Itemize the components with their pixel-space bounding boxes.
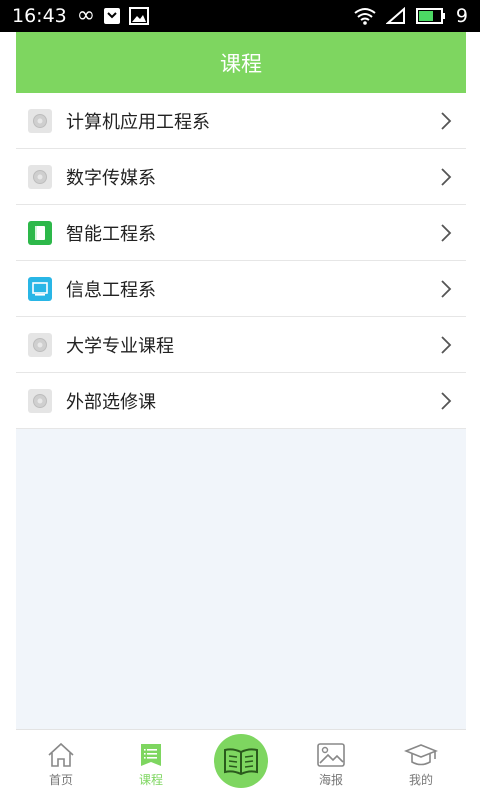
placeholder-image-icon (28, 332, 52, 357)
list-item-label: 计算机应用工程系 (66, 111, 210, 133)
list-item-label: 外部选修课 (66, 391, 156, 413)
tab-home-label: 首页 (48, 773, 73, 787)
department-list: 计算机应用工程系 数字传媒系 智能工程系 信息工程系 大学专业课程 外部选修课 (16, 93, 466, 429)
page-header: 课程 (16, 32, 466, 93)
open-book-icon (224, 748, 258, 776)
book-green-icon (28, 220, 52, 245)
infinity-icon: ∞ (76, 3, 96, 28)
bottom-tab-bar: 首页 课程 海报 我的 (16, 729, 466, 800)
poster-image-icon (317, 743, 345, 767)
tab-mine[interactable]: 我的 (386, 742, 456, 788)
battery-icon (415, 8, 445, 24)
home-icon (48, 742, 74, 767)
app-screen: 课程 计算机应用工程系 数字传媒系 智能工程系 信息工程系 大学专业课程 外部选… (16, 32, 466, 800)
list-item-label: 数字传媒系 (66, 167, 156, 189)
graduation-cap-icon (404, 744, 438, 766)
chevron-right-icon (441, 335, 452, 354)
battery-level: 9 (455, 5, 468, 27)
center-book-button[interactable] (214, 734, 268, 788)
list-item-label: 信息工程系 (66, 279, 156, 301)
tab-posters[interactable]: 海报 (296, 742, 366, 788)
list-item[interactable]: 大学专业课程 (16, 317, 466, 373)
chevron-right-icon (441, 279, 452, 298)
placeholder-image-icon (28, 388, 52, 413)
chevron-right-icon (441, 223, 452, 242)
status-time: 16:43 (12, 5, 67, 27)
chevron-right-icon (441, 391, 452, 410)
signal-icon (385, 7, 405, 24)
wifi-icon (354, 8, 376, 25)
placeholder-image-icon (28, 108, 52, 133)
tab-home[interactable]: 首页 (26, 742, 96, 788)
list-item[interactable]: 数字传媒系 (16, 149, 466, 205)
list-item[interactable]: 智能工程系 (16, 205, 466, 261)
image-notification-icon (129, 7, 150, 25)
tab-courses[interactable]: 课程 (116, 742, 186, 788)
list-item[interactable]: 计算机应用工程系 (16, 93, 466, 149)
list-item-label: 大学专业课程 (66, 335, 174, 357)
chevron-right-icon (441, 167, 452, 186)
tab-posters-label: 海报 (318, 773, 343, 787)
page-title: 课程 (220, 51, 262, 76)
list-item[interactable]: 外部选修课 (16, 373, 466, 429)
monitor-blue-icon (28, 276, 52, 301)
tab-courses-label: 课程 (138, 773, 163, 787)
list-item-label: 智能工程系 (66, 223, 156, 245)
list-item[interactable]: 信息工程系 (16, 261, 466, 317)
shield-notification-icon (104, 8, 121, 24)
tab-center-book[interactable] (206, 734, 276, 788)
course-list-icon (141, 744, 161, 766)
chevron-right-icon (441, 111, 452, 130)
placeholder-image-icon (28, 164, 52, 189)
tab-mine-label: 我的 (408, 773, 433, 787)
status-bar: 16:43 ∞ 9 (0, 0, 480, 32)
